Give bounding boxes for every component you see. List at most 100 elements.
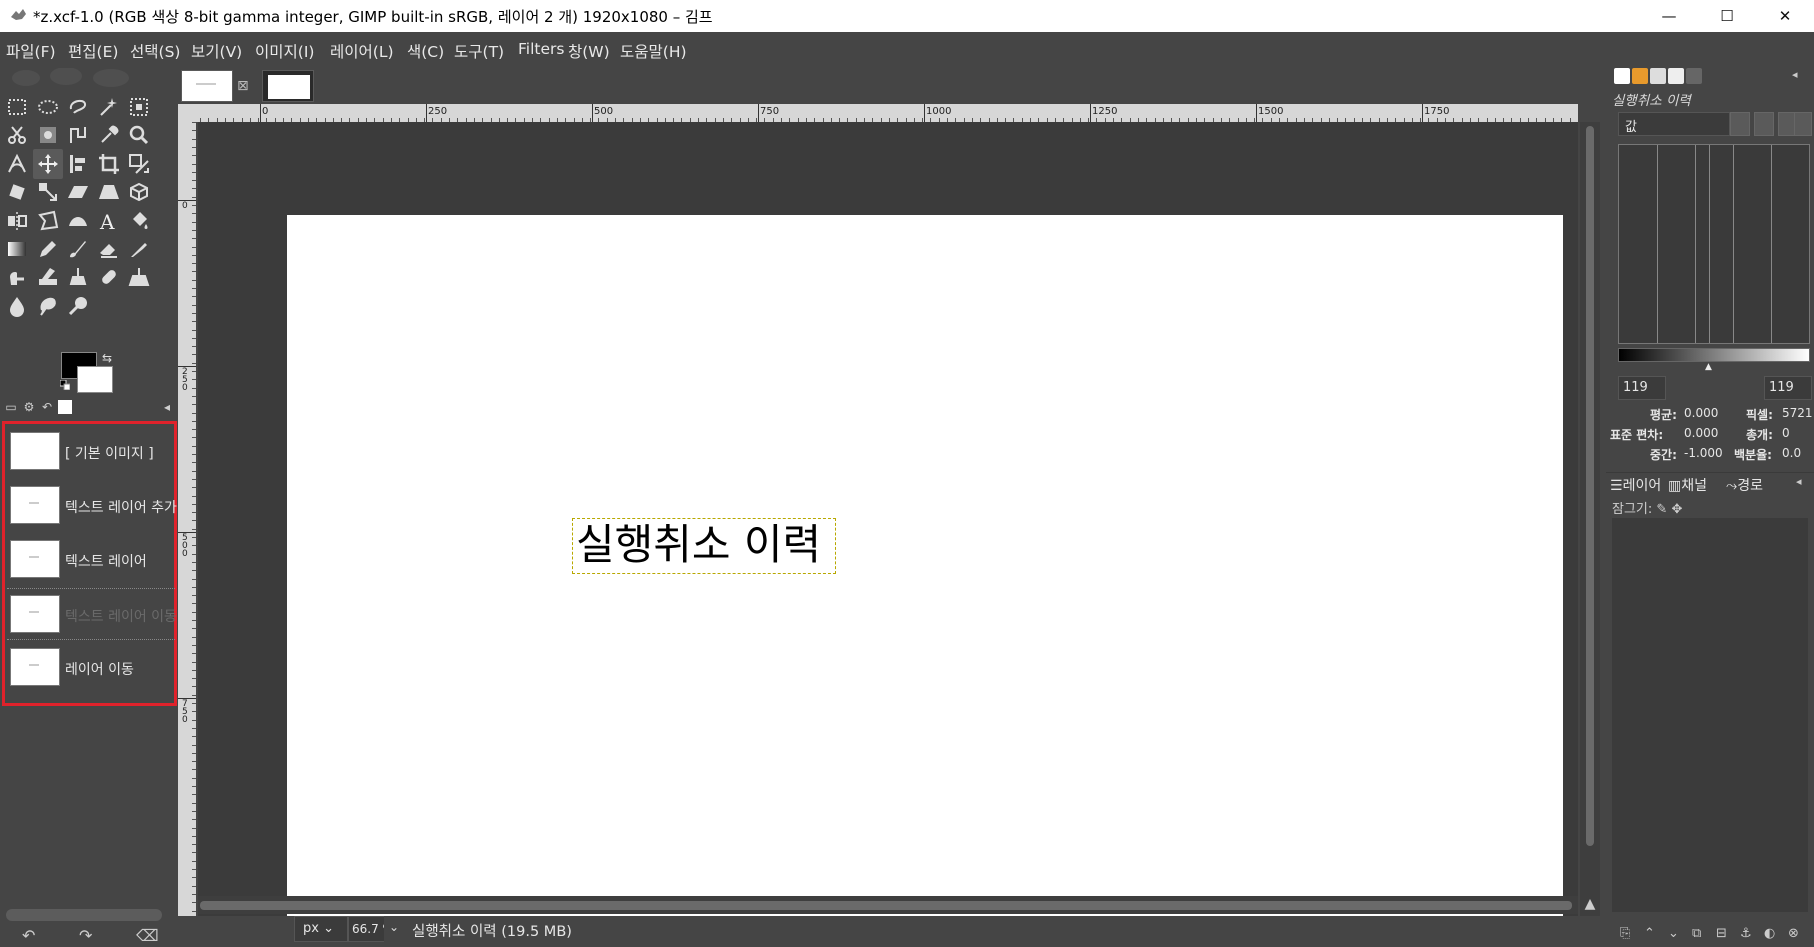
- perspective-tool-button[interactable]: [94, 177, 124, 207]
- lock-position-icon[interactable]: ✥: [1671, 502, 1682, 517]
- perspective-clone-tool-button[interactable]: [124, 262, 154, 292]
- shear-tool-button[interactable]: [63, 177, 93, 207]
- warp-tool-button[interactable]: [63, 206, 93, 236]
- layers-list[interactable]: [1612, 518, 1808, 912]
- text-tool-button[interactable]: A: [94, 206, 124, 236]
- minimize-button[interactable]: —: [1640, 0, 1698, 32]
- redo-button[interactable]: ↷: [79, 926, 92, 945]
- histogram-linear-icon[interactable]: [1730, 112, 1750, 136]
- heal-tool-button[interactable]: [94, 262, 124, 292]
- close-button[interactable]: ✕: [1756, 0, 1814, 32]
- left-dock-scrollbar[interactable]: [6, 909, 162, 921]
- zoom-dropdown-icon[interactable]: ⌄: [384, 916, 404, 942]
- image-canvas[interactable]: 실행취소 이력: [287, 215, 1563, 916]
- rotate-tool-button[interactable]: [2, 177, 32, 207]
- undo-history-item[interactable]: 텍스트 레이어 이동: [7, 588, 177, 640]
- images-tab-icon[interactable]: [58, 400, 72, 414]
- range-marker-icon[interactable]: ▲: [1705, 362, 1712, 372]
- foreground-select-tool-button[interactable]: [33, 120, 63, 150]
- free-select-tool-button[interactable]: [63, 92, 93, 122]
- menu-colors[interactable]: 색(C): [407, 40, 444, 62]
- paintbrush-tool-button[interactable]: [63, 234, 93, 264]
- 3d-transform-tool-button[interactable]: [124, 177, 154, 207]
- canvas-viewport[interactable]: 실행취소 이력: [198, 122, 1578, 916]
- flip-tool-button[interactable]: [2, 206, 32, 236]
- image-tab[interactable]: [262, 70, 314, 102]
- undo-history-item[interactable]: [ 기본 이미지 ]: [7, 426, 175, 478]
- dock-menu-icon[interactable]: ◂: [160, 400, 174, 414]
- undo-button[interactable]: ↶: [22, 926, 35, 945]
- fonts-tab-icon[interactable]: [1650, 68, 1666, 84]
- close-tab-icon[interactable]: ⊠: [237, 78, 249, 94]
- image-tab-active[interactable]: [181, 70, 233, 102]
- right-dock-menu-icon[interactable]: ◂: [1792, 68, 1808, 84]
- paths-tool-button[interactable]: [63, 120, 93, 150]
- menu-tools[interactable]: 도구(T): [454, 40, 504, 62]
- layer-mask-button[interactable]: ◐: [1764, 926, 1775, 941]
- brushes-tab-icon[interactable]: [1614, 68, 1630, 84]
- tab-channels[interactable]: ▥채널: [1668, 475, 1707, 495]
- range-end-input[interactable]: 119: [1764, 376, 1812, 400]
- tab-layers[interactable]: ☰레이어: [1610, 475, 1661, 495]
- histogram-tab-icon[interactable]: [1686, 68, 1702, 84]
- zoom-tool-button[interactable]: [124, 120, 154, 150]
- vertical-ruler[interactable]: 0 250 500 750: [178, 122, 196, 916]
- blur-tool-button[interactable]: [2, 291, 32, 321]
- document-tab-icon[interactable]: [1668, 68, 1684, 84]
- vertical-scrollbar-thumb[interactable]: [1586, 126, 1594, 846]
- menu-select[interactable]: 선택(S): [130, 40, 180, 62]
- merge-down-button[interactable]: ⊟: [1716, 926, 1727, 941]
- mypaint-brush-tool-button[interactable]: [33, 262, 63, 292]
- text-layer[interactable]: 실행취소 이력: [572, 518, 836, 574]
- background-color-swatch[interactable]: [77, 366, 113, 393]
- anchor-layer-button[interactable]: ⚓: [1740, 926, 1752, 941]
- horizontal-ruler[interactable]: 0 250 500 750 1000 1250 1500 1750: [200, 104, 1578, 122]
- duplicate-layer-button[interactable]: ⧉: [1692, 926, 1701, 941]
- crop-tool-button[interactable]: [94, 149, 124, 179]
- color-picker-tool-button[interactable]: [94, 120, 124, 150]
- device-status-tab-icon[interactable]: ▭: [4, 400, 18, 414]
- cage-tool-button[interactable]: [33, 206, 63, 236]
- bucket-fill-tool-button[interactable]: [124, 206, 154, 236]
- eraser-tool-button[interactable]: [94, 234, 124, 264]
- unit-select[interactable]: px ⌄: [294, 916, 348, 942]
- menu-file[interactable]: 파일(F): [6, 40, 56, 62]
- new-layer-button[interactable]: ⎘: [1620, 926, 1630, 941]
- pencil-tool-button[interactable]: [33, 234, 63, 264]
- scale-tool-button[interactable]: [33, 177, 63, 207]
- airbrush-tool-button[interactable]: [124, 234, 154, 264]
- clone-tool-button[interactable]: [63, 262, 93, 292]
- dodge-burn-tool-button[interactable]: [63, 291, 93, 321]
- histogram-channel-select[interactable]: 값: [1618, 112, 1730, 136]
- ink-tool-button[interactable]: [2, 262, 32, 292]
- layers-dock-menu-icon[interactable]: ◂: [1796, 475, 1802, 488]
- undo-history-item[interactable]: 레이어 이동: [7, 642, 175, 694]
- delete-layer-button[interactable]: ⊗: [1788, 926, 1799, 941]
- lock-pixels-icon[interactable]: ✎: [1656, 502, 1667, 517]
- undo-history-tab-icon[interactable]: ↶: [40, 400, 54, 414]
- tab-paths[interactable]: ⤳경로: [1726, 475, 1763, 495]
- range-start-input[interactable]: 119: [1618, 376, 1666, 400]
- ruler-corner[interactable]: [178, 104, 200, 122]
- swap-colors-icon[interactable]: ⇆: [102, 351, 112, 365]
- fuzzy-select-tool-button[interactable]: [94, 92, 124, 122]
- move-tool-button[interactable]: [32, 148, 63, 179]
- raise-layer-button[interactable]: ⌃: [1644, 926, 1655, 941]
- gradient-tool-button[interactable]: [2, 234, 32, 264]
- histogram-graph[interactable]: [1618, 144, 1810, 344]
- undo-history-item[interactable]: 텍스트 레이어: [7, 534, 175, 586]
- maximize-button[interactable]: ☐: [1698, 0, 1756, 32]
- measure-tool-button[interactable]: [2, 149, 32, 179]
- align-tool-button[interactable]: [63, 149, 93, 179]
- undo-history-item[interactable]: 텍스트 레이어 추가: [7, 480, 177, 532]
- tool-options-tab-icon[interactable]: ⚙: [22, 400, 36, 414]
- histogram-log-icon[interactable]: [1754, 112, 1774, 136]
- scissors-tool-button[interactable]: [2, 120, 32, 150]
- menu-image[interactable]: 이미지(I): [255, 40, 314, 62]
- horizontal-scrollbar-thumb[interactable]: [200, 901, 1572, 910]
- patterns-tab-icon[interactable]: [1632, 68, 1648, 84]
- smudge-tool-button[interactable]: [33, 291, 63, 321]
- unified-transform-tool-button[interactable]: [124, 149, 154, 179]
- menu-view[interactable]: 보기(V): [191, 40, 242, 62]
- ellipse-select-tool-button[interactable]: [33, 92, 63, 122]
